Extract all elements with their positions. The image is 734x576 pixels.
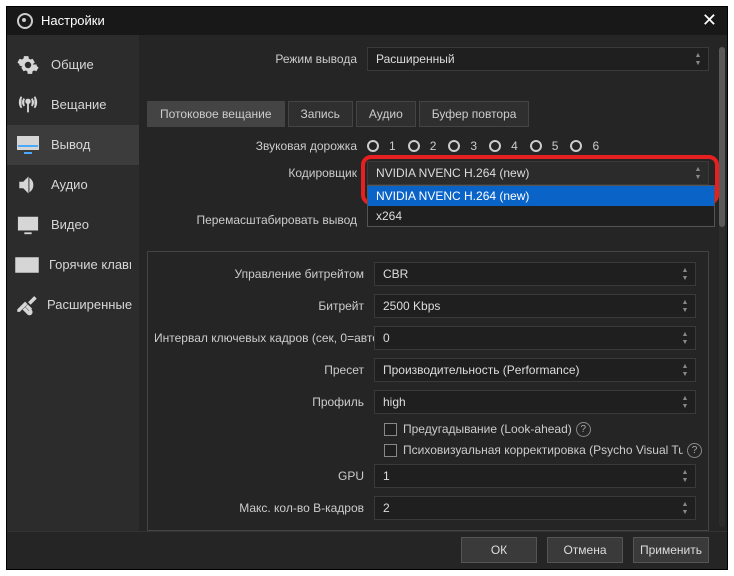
sidebar-item-label: Расширенные [47,297,132,312]
sidebar-item-video[interactable]: Видео [7,205,139,245]
audio-track-radios: 1 2 3 4 5 6 [367,139,709,153]
output-mode-label: Режим вывода [147,52,367,66]
tools-icon [15,295,37,315]
sidebar-item-label: Вещание [51,97,107,112]
display-icon [15,215,41,235]
sidebar-item-general[interactable]: Общие [7,45,139,85]
lookahead-label: Предугадывание (Look-ahead) [403,422,572,436]
profile-label: Профиль [154,395,374,409]
window-title: Настройки [41,13,105,28]
sidebar-item-label: Горячие клавиши [49,257,131,272]
radio-track-6[interactable] [570,140,582,152]
apply-button[interactable]: Применить [633,537,709,563]
sidebar-item-audio[interactable]: Аудио [7,165,139,205]
psycho-label: Психовизуальная корректировка (Psycho Vi… [403,443,683,457]
sidebar-item-label: Вывод [51,137,90,152]
encoder-settings-panel: Управление битрейтом CBR▲▼ Битрейт 2500 … [147,251,709,531]
tab-streaming[interactable]: Потоковое вещание [147,101,285,127]
sidebar: Общие Вещание Вывод Аудио Видео Горячие … [7,35,139,531]
radio-track-3[interactable] [448,140,460,152]
titlebar: Настройки ✕ [7,7,727,35]
rescale-label: Перемасштабировать вывод [147,213,367,227]
antenna-icon [15,95,41,115]
sidebar-item-output[interactable]: Вывод [7,125,139,165]
chevron-updown-icon: ▲▼ [690,164,706,184]
chevron-updown-icon: ▲▼ [690,50,706,70]
preset-select[interactable]: Производительность (Performance)▲▼ [374,358,696,382]
keyint-input[interactable]: 0▲▼ [374,326,696,350]
sidebar-item-label: Общие [51,57,94,72]
output-mode-select[interactable]: Расширенный ▲▼ [367,47,709,71]
rate-control-label: Управление битрейтом [154,267,374,281]
settings-window: Настройки ✕ Общие Вещание Вывод Аудио [6,6,728,570]
footer: ОК Отмена Применить [7,531,727,569]
bframes-label: Макс. кол-во B-кадров [154,501,374,515]
sidebar-item-stream[interactable]: Вещание [7,85,139,125]
sidebar-item-label: Видео [51,217,89,232]
bitrate-label: Битрейт [154,299,374,313]
gpu-input[interactable]: 1▲▼ [374,464,696,488]
output-tabs: Потоковое вещание Запись Аудио Буфер пов… [147,101,709,127]
bitrate-input[interactable]: 2500 Kbps▲▼ [374,294,696,318]
main-panel: Режим вывода Расширенный ▲▼ Потоковое ве… [139,35,727,531]
bframes-input[interactable]: 2▲▼ [374,496,696,520]
encoder-label: Кодировщик [147,166,367,180]
sidebar-item-advanced[interactable]: Расширенные [7,285,139,325]
scrollbar[interactable] [719,47,725,527]
encoder-option-nvenc[interactable]: NVIDIA NVENC H.264 (new) [368,186,714,206]
ok-button[interactable]: ОК [461,537,537,563]
keyint-label: Интервал ключевых кадров (сек, 0=авто) [154,331,374,345]
help-icon[interactable]: ? [576,422,591,437]
help-icon[interactable]: ? [687,443,702,458]
encoder-select[interactable]: NVIDIA NVENC H.264 (new) ▲▼ [367,161,709,185]
app-icon [17,13,33,29]
sidebar-item-hotkeys[interactable]: Горячие клавиши [7,245,139,285]
keyboard-icon [15,255,39,275]
gpu-label: GPU [154,469,374,483]
sidebar-item-label: Аудио [51,177,88,192]
radio-track-4[interactable] [489,140,501,152]
radio-track-5[interactable] [530,140,542,152]
encoder-dropdown: NVIDIA NVENC H.264 (new) x264 [367,185,715,227]
preset-label: Пресет [154,363,374,377]
tab-replay-buffer[interactable]: Буфер повтора [419,101,530,127]
encoder-option-x264[interactable]: x264 [368,206,714,226]
lookahead-checkbox[interactable] [384,423,397,436]
radio-track-1[interactable] [367,140,379,152]
gear-icon [15,55,41,75]
cancel-button[interactable]: Отмена [547,537,623,563]
close-icon[interactable]: ✕ [702,10,717,31]
speaker-icon [15,175,41,195]
tab-audio[interactable]: Аудио [356,101,416,127]
radio-track-2[interactable] [408,140,420,152]
rate-control-select[interactable]: CBR▲▼ [374,262,696,286]
profile-select[interactable]: high▲▼ [374,390,696,414]
audio-track-label: Звуковая дорожка [147,139,367,153]
tab-recording[interactable]: Запись [288,101,353,127]
psycho-checkbox[interactable] [384,444,397,457]
monitor-icon [15,135,41,155]
